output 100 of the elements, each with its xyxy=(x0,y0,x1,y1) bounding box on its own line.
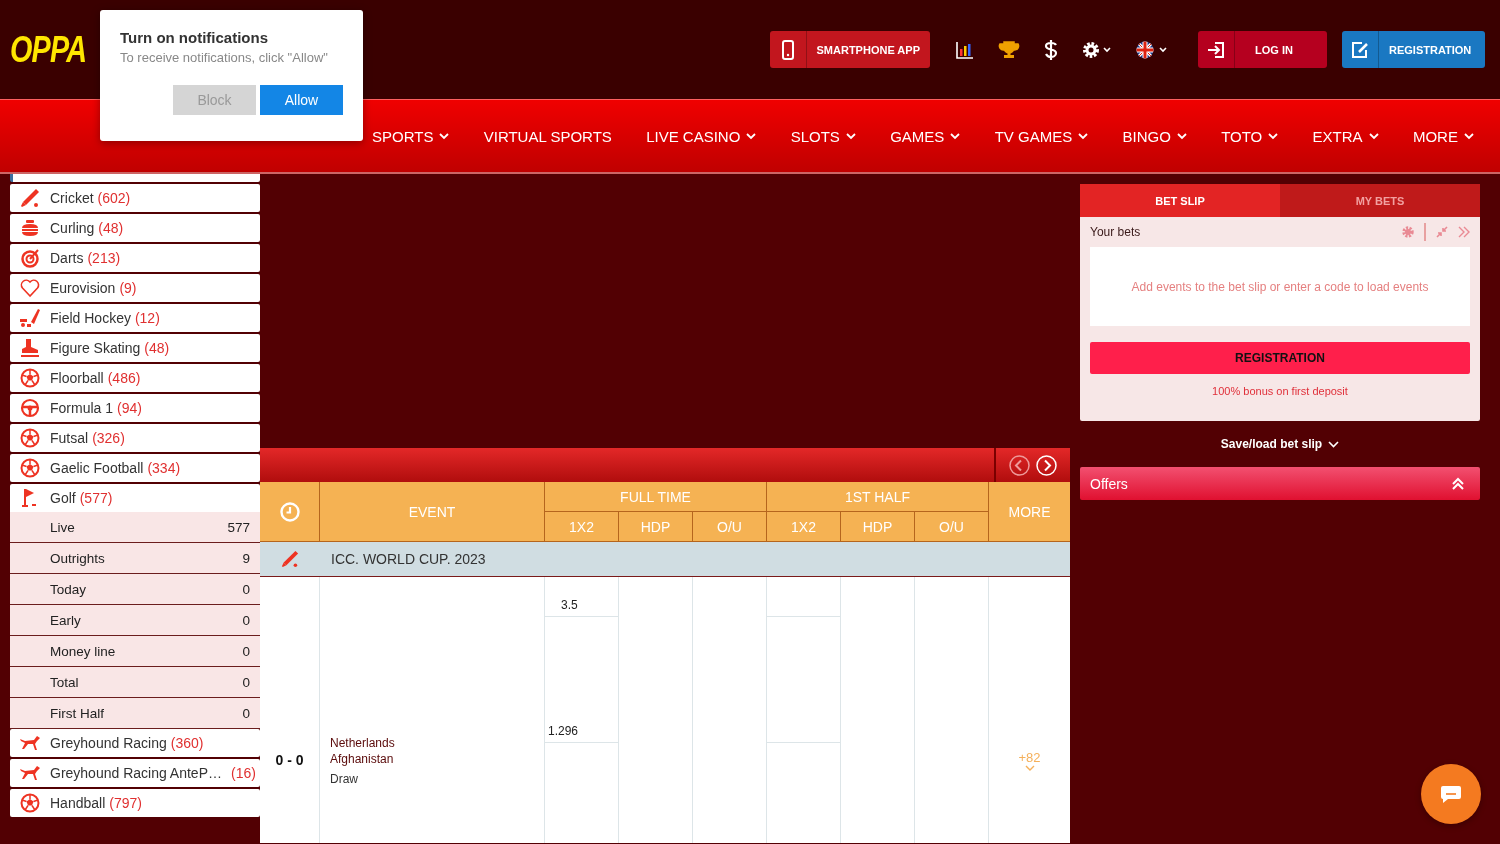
table-header-cell: O/U xyxy=(915,512,989,542)
event-count: (326) xyxy=(92,430,125,446)
event-count: (334) xyxy=(147,460,181,476)
submenu-item[interactable]: Total 0 xyxy=(10,667,260,698)
event-count: (16) xyxy=(231,765,256,781)
sport-name: Floorball xyxy=(50,370,104,386)
table-header-cell: HDP xyxy=(841,512,915,542)
site-logo[interactable]: OPPA xyxy=(10,28,87,71)
trophy-icon[interactable] xyxy=(998,40,1020,59)
steering-wheel-icon xyxy=(20,398,40,418)
nav-menu-item[interactable]: SLOTS xyxy=(790,127,856,145)
submenu-item[interactable]: First Half 0 xyxy=(10,698,260,729)
nav-menu-item[interactable]: VIRTUAL SPORTS xyxy=(483,127,612,145)
table-header-cell: 1ST HALF xyxy=(767,482,989,512)
dog-icon xyxy=(19,733,41,753)
sport-menu-item[interactable]: Handball (797) xyxy=(10,789,260,817)
chevron-down-icon xyxy=(845,132,856,140)
nav-menu-item[interactable]: SPORTS xyxy=(372,127,450,145)
nav-menu-item[interactable]: EXTRA xyxy=(1312,127,1379,145)
sport-menu-item[interactable]: Field Hockey (12) xyxy=(10,304,260,332)
chevron-down-icon xyxy=(439,132,450,140)
chevron-down-icon xyxy=(1268,132,1279,140)
dialog-button[interactable]: Allow xyxy=(260,85,343,115)
chevron-down-icon xyxy=(950,132,961,140)
table-header-cell: 1X2 xyxy=(545,512,619,542)
sport-menu-item[interactable]: Figure Skating (48) xyxy=(10,334,260,362)
registration-button[interactable]: REGISTRATION xyxy=(1090,342,1470,374)
sport-name: Figure Skating xyxy=(50,340,141,356)
save-load-dropdown[interactable]: Save/load bet slip xyxy=(1080,421,1480,467)
submenu-item[interactable]: Money line 0 xyxy=(10,636,260,667)
sport-menu-item[interactable]: Cricket (602) xyxy=(10,184,260,212)
ball-icon xyxy=(20,428,40,448)
sport-name: Cricket xyxy=(50,190,94,206)
sport-menu-item[interactable]: Golf (577) xyxy=(10,484,260,512)
nav-menu-item[interactable]: BINGO xyxy=(1122,127,1187,145)
sport-name: Field Hockey xyxy=(50,310,131,326)
nav-menu-item[interactable]: TV GAMES xyxy=(994,127,1089,145)
team-name[interactable]: Netherlands xyxy=(330,734,544,751)
match-score: 0 - 0 xyxy=(260,577,320,843)
ball-icon xyxy=(20,458,40,478)
chevron-down-icon xyxy=(1024,764,1035,771)
sport-menu-item[interactable]: Futsal (326) xyxy=(10,424,260,452)
hockey-stick-icon xyxy=(19,308,41,328)
bat-icon xyxy=(20,188,40,208)
ball-icon xyxy=(20,368,40,388)
dialog-title: Turn on notifications xyxy=(120,29,270,46)
settings-dropdown[interactable] xyxy=(1082,40,1112,59)
offers-bar[interactable]: Offers xyxy=(1080,467,1480,500)
table-header-cell: FULL TIME xyxy=(545,482,767,512)
language-dropdown[interactable] xyxy=(1136,40,1168,59)
table-header-cell: EVENT xyxy=(320,482,545,542)
event-count: (9) xyxy=(119,280,137,296)
sport-menu-item[interactable]: Greyhound Racing (360) xyxy=(10,729,260,757)
chevron-down-icon xyxy=(746,132,757,140)
chat-button[interactable] xyxy=(1421,764,1481,824)
smartphone-app-button[interactable]: SMARTPHONE APP xyxy=(769,31,930,68)
sport-name: Futsal xyxy=(50,430,89,446)
sport-menu-item[interactable]: Eurovision (9) xyxy=(10,274,260,302)
sport-menu-item[interactable]: Darts (213) xyxy=(10,244,260,272)
target-icon xyxy=(20,248,40,268)
sport-menu-item[interactable]: Floorball (486) xyxy=(10,364,260,392)
login-button[interactable]: LOG IN xyxy=(1198,31,1327,68)
submenu-item[interactable]: Early 0 xyxy=(10,605,260,636)
bet-slip-tab[interactable]: BET SLIP xyxy=(1080,184,1280,217)
sport-menu-item[interactable]: Gaelic Football (334) xyxy=(10,454,260,482)
your-bets-label: Your bets xyxy=(1090,225,1141,239)
league-name[interactable]: ICC. WORLD CUP. 2023 xyxy=(320,542,1070,577)
table-header-cell: O/U xyxy=(693,512,767,542)
nav-menu-item[interactable]: GAMES xyxy=(890,127,961,145)
dollar-icon[interactable] xyxy=(1044,39,1058,60)
clock-icon xyxy=(279,501,300,522)
nav-menu-item[interactable]: LIVE CASINO xyxy=(646,127,757,145)
event-count: (360) xyxy=(170,735,204,751)
sport-menu-item[interactable]: Curling (48) xyxy=(10,214,260,242)
sport-name: Curling xyxy=(50,220,95,236)
odds-cell[interactable]: 3.5 xyxy=(545,577,618,617)
dog-icon xyxy=(19,763,41,783)
chevron-down-icon xyxy=(1176,132,1187,140)
registration-button[interactable]: REGISTRATION xyxy=(1342,31,1485,68)
sport-menu-item[interactable]: Formula 1 (94) xyxy=(10,394,260,422)
submenu-item[interactable]: Outrights 9 xyxy=(10,543,260,574)
chevron-down-icon xyxy=(1463,132,1474,140)
heart-icon xyxy=(20,278,40,298)
table-header-cell: 1X2 xyxy=(767,512,841,542)
curling-stone-icon xyxy=(20,218,40,238)
nav-menu-item[interactable]: TOTO xyxy=(1221,127,1279,145)
submenu-item[interactable]: Today 0 xyxy=(10,574,260,605)
sport-name: Darts xyxy=(50,250,84,266)
odds-cell[interactable]: 1.296 xyxy=(545,617,618,743)
ball-icon xyxy=(20,793,40,813)
table-header-cell: HDP xyxy=(619,512,693,542)
bar-chart-icon[interactable] xyxy=(956,40,974,59)
login-icon xyxy=(1207,40,1225,59)
nav-menu-item[interactable]: MORE xyxy=(1412,127,1474,145)
bat-icon xyxy=(281,550,299,568)
sport-name: Eurovision xyxy=(50,280,116,296)
team-name[interactable]: Afghanistan xyxy=(330,750,544,767)
sport-menu-item[interactable]: Greyhound Racing AnteP… (16) xyxy=(10,759,260,787)
event-count: (577) xyxy=(79,490,113,506)
submenu-item[interactable]: Live 577 xyxy=(10,512,260,543)
